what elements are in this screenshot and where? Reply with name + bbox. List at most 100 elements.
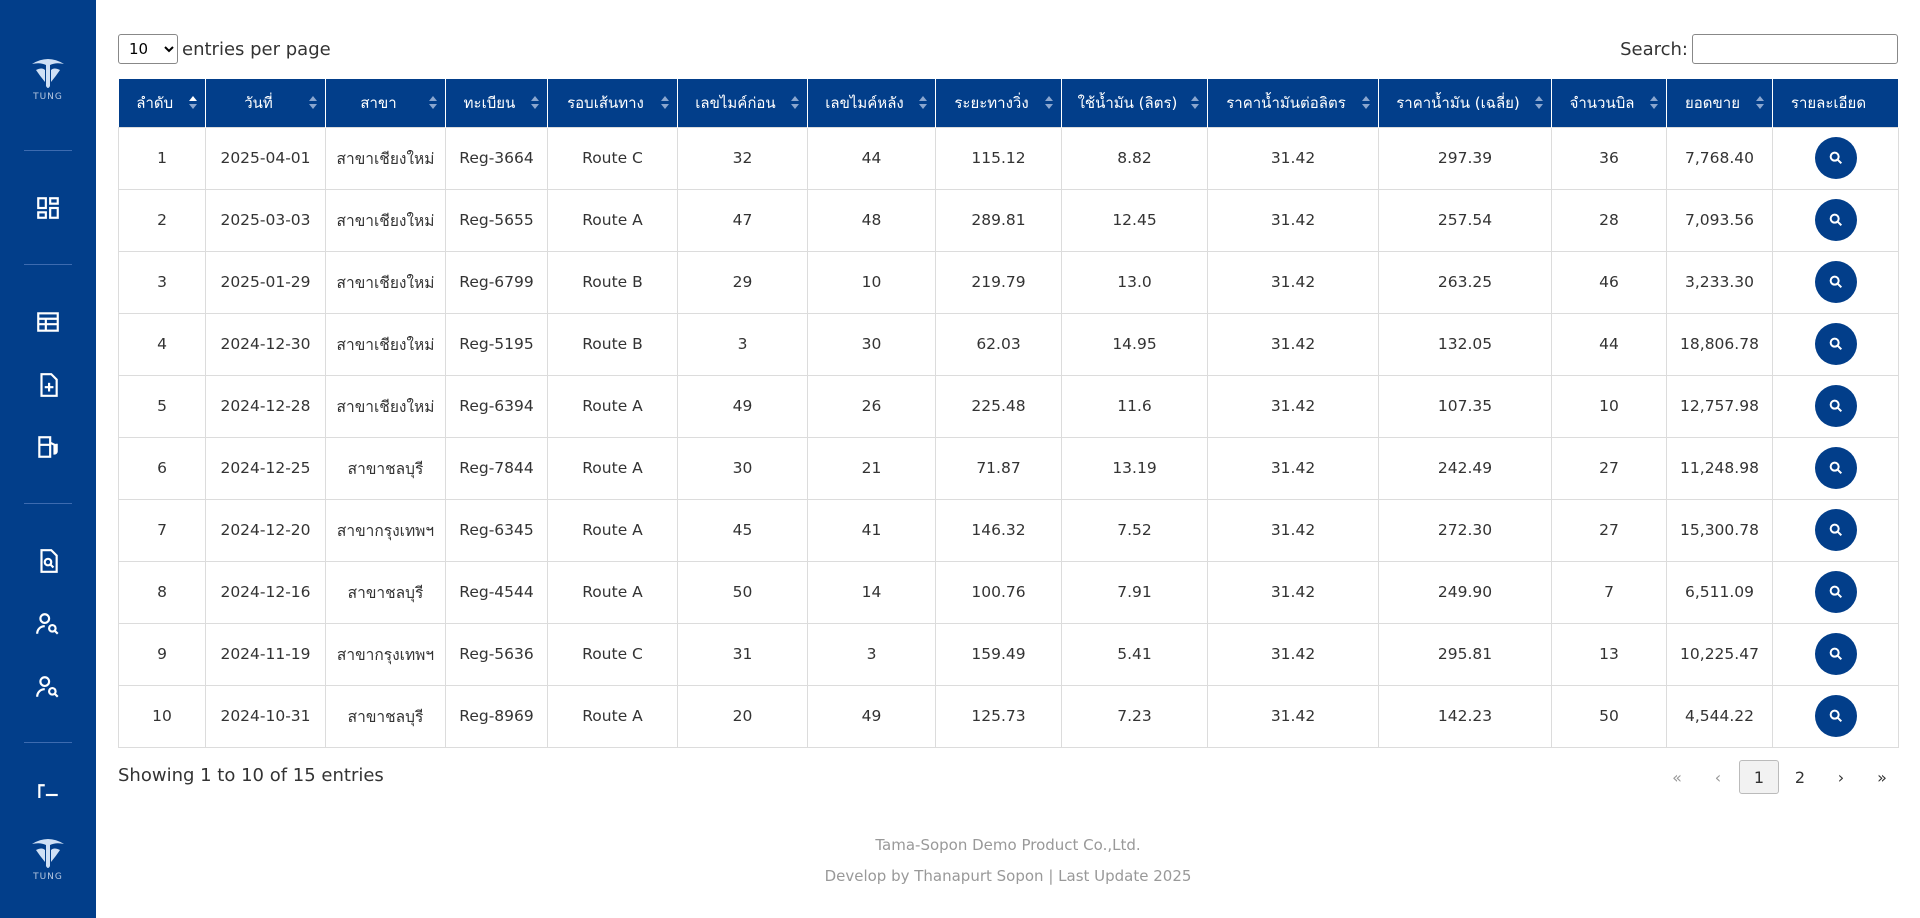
table-cell: 272.30 bbox=[1378, 498, 1552, 562]
table-cell: 3 bbox=[807, 622, 936, 686]
page-2-button[interactable]: 2 bbox=[1780, 760, 1820, 794]
column-header-label: จำนวนบิล bbox=[1569, 93, 1635, 112]
table-cell: 7.23 bbox=[1061, 684, 1208, 748]
top-logo[interactable]: TUNG bbox=[24, 56, 72, 112]
nav-fuel[interactable] bbox=[32, 431, 64, 463]
column-header[interactable]: ลำดับ bbox=[118, 79, 206, 127]
sidebar-divider bbox=[24, 503, 72, 504]
table-cell: 30 bbox=[677, 436, 808, 500]
sort-icon bbox=[791, 96, 799, 110]
table-cell: 14 bbox=[807, 560, 936, 624]
table-cell: 2 bbox=[118, 188, 206, 252]
view-detail-button[interactable] bbox=[1814, 137, 1857, 179]
view-detail-button[interactable] bbox=[1814, 509, 1857, 551]
table-cell: Route A bbox=[547, 188, 678, 252]
column-header[interactable]: ราคาน้ำมัน (เฉลี่ย) bbox=[1378, 79, 1552, 127]
column-header[interactable]: วันที่ bbox=[205, 79, 326, 127]
sort-icon bbox=[661, 96, 669, 110]
column-header-label: ลำดับ bbox=[136, 93, 174, 112]
detail-cell bbox=[1772, 126, 1899, 190]
column-header-label: รายละเอียด bbox=[1790, 93, 1867, 112]
view-detail-button[interactable] bbox=[1814, 385, 1857, 427]
file-search-icon bbox=[40, 549, 58, 573]
table-row: 2 2025-03-03 สาขาเชียงใหม่ Reg-5655 Route A4… bbox=[118, 188, 1899, 252]
column-header[interactable]: เลขไมค์ก่อน bbox=[677, 79, 808, 127]
table-cell: 41 bbox=[807, 498, 936, 562]
table-cell: 3,233.30 bbox=[1666, 250, 1773, 314]
column-header[interactable]: สาขา bbox=[325, 79, 446, 127]
table-cell: 21 bbox=[807, 436, 936, 500]
nav-report-search[interactable] bbox=[32, 545, 64, 577]
table-cell: 115.12 bbox=[935, 126, 1062, 190]
column-header[interactable]: จำนวนบิล bbox=[1551, 79, 1667, 127]
view-detail-button[interactable] bbox=[1814, 571, 1857, 613]
search-input[interactable] bbox=[1692, 34, 1898, 64]
detail-cell bbox=[1772, 250, 1899, 314]
view-detail-button[interactable] bbox=[1814, 633, 1857, 675]
view-detail-button[interactable] bbox=[1814, 447, 1857, 489]
table-cell: 15,300.78 bbox=[1666, 498, 1773, 562]
column-header[interactable]: ใช้น้ำมัน (ลิตร) bbox=[1061, 79, 1208, 127]
search-icon bbox=[1829, 585, 1842, 599]
sort-icon bbox=[1191, 96, 1199, 110]
view-detail-button[interactable] bbox=[1814, 261, 1857, 303]
table-cell: 2024-12-30 bbox=[205, 312, 326, 376]
column-header[interactable]: รอบเส้นทาง bbox=[547, 79, 678, 127]
detail-cell bbox=[1772, 498, 1899, 562]
table-cell: Reg-4544 bbox=[445, 560, 548, 624]
table-cell: 10 bbox=[807, 250, 936, 314]
table-cell: 14.95 bbox=[1061, 312, 1208, 376]
table-cell: 289.81 bbox=[935, 188, 1062, 252]
table-cell: 27 bbox=[1551, 436, 1667, 500]
table-row: 3 2025-01-29 สาขาเชียงใหม่ Reg-6799 Route B2… bbox=[118, 250, 1899, 314]
column-header[interactable]: ทะเบียน bbox=[445, 79, 548, 127]
table-cell: 297.39 bbox=[1378, 126, 1552, 190]
view-detail-button[interactable] bbox=[1814, 695, 1857, 737]
column-header[interactable]: ราคาน้ำมันต่อลิตร bbox=[1207, 79, 1379, 127]
page-prev-button[interactable]: ‹ bbox=[1698, 760, 1738, 794]
table-row: 7 2024-12-20 สาขากรุงเทพฯ Reg-6345 Route A 45… bbox=[118, 498, 1899, 562]
pagination: « ‹ 1 2 › » bbox=[1656, 760, 1902, 794]
nav-user-search-2[interactable] bbox=[32, 671, 64, 703]
page-length-select[interactable]: 10 bbox=[118, 34, 178, 64]
search-icon bbox=[1829, 213, 1842, 227]
page-next-button[interactable]: › bbox=[1821, 760, 1861, 794]
page-1-button[interactable]: 1 bbox=[1739, 760, 1779, 794]
table-cell: 44 bbox=[807, 126, 936, 190]
table-cell: สาขาชลบุรี bbox=[325, 684, 446, 748]
detail-cell bbox=[1772, 560, 1899, 624]
sort-icon bbox=[1362, 96, 1370, 110]
sort-icon bbox=[1535, 96, 1543, 110]
table-cell: Reg-5655 bbox=[445, 188, 548, 252]
nav-logout[interactable] bbox=[32, 782, 64, 798]
table-cell: 13.0 bbox=[1061, 250, 1208, 314]
nav-table[interactable] bbox=[32, 306, 64, 338]
nav-add-record[interactable] bbox=[32, 369, 64, 401]
table-row: 1 2025-04-01 สาขาเชียงใหม่ Reg-3664 Route C3… bbox=[118, 126, 1899, 190]
dashboard-icon bbox=[37, 197, 59, 219]
nav-dashboard[interactable] bbox=[32, 192, 64, 224]
table-cell: 5.41 bbox=[1061, 622, 1208, 686]
table-cell: 142.23 bbox=[1378, 684, 1552, 748]
table-cell: Reg-6799 bbox=[445, 250, 548, 314]
sort-icon bbox=[531, 96, 539, 110]
column-header-label: เลขไมค์ก่อน bbox=[695, 93, 776, 112]
table-cell: 7 bbox=[1551, 560, 1667, 624]
table-cell: Reg-5636 bbox=[445, 622, 548, 686]
table-cell: 27 bbox=[1551, 498, 1667, 562]
column-header[interactable]: เลขไมค์หลัง bbox=[807, 79, 936, 127]
table-cell: 71.87 bbox=[935, 436, 1062, 500]
view-detail-button[interactable] bbox=[1814, 199, 1857, 241]
search-icon bbox=[1829, 461, 1842, 475]
footer-credits: Develop by Thanapurt Sopon | Last Update… bbox=[824, 867, 1192, 885]
nav-user-search[interactable] bbox=[32, 608, 64, 640]
table-cell: 100.76 bbox=[935, 560, 1062, 624]
page-first-button[interactable]: « bbox=[1657, 760, 1697, 794]
column-header[interactable]: ยอดขาย bbox=[1666, 79, 1773, 127]
column-header[interactable]: ระยะทางวิ่ง bbox=[935, 79, 1062, 127]
column-header-label: ราคาน้ำมันต่อลิตร bbox=[1226, 93, 1346, 112]
table-cell: 31.42 bbox=[1207, 312, 1379, 376]
page-last-button[interactable]: » bbox=[1862, 760, 1902, 794]
view-detail-button[interactable] bbox=[1814, 323, 1857, 365]
search-icon bbox=[1829, 275, 1842, 289]
